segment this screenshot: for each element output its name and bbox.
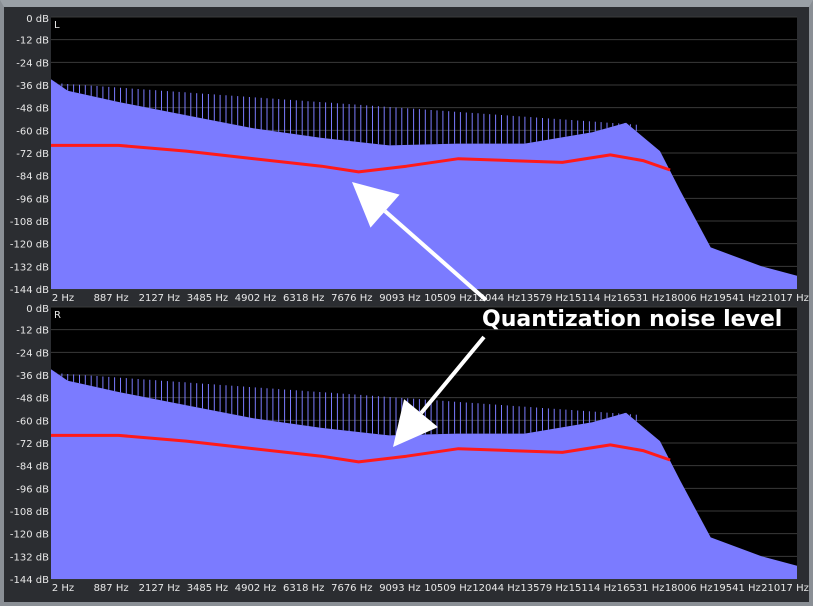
y-tick-label: 0 dB [26,14,49,25]
x-tick-label: 887 Hz [94,293,129,304]
right-channel-panel: 0 dB -12 dB -24 dB -36 dB -48 dB -60 dB -72 dB… [10,304,809,594]
x-tick-label: 18006 Hz [665,293,713,304]
x-tick-label: 6318 Hz [283,583,324,594]
x-tick-label: 16531 Hz [617,293,665,304]
x-tick-label: 13579 Hz [520,293,568,304]
x-tick-label: 10509 Hz [424,583,472,594]
y-tick-label: -120 dB [10,530,49,541]
x-tick-label: 887 Hz [94,583,129,594]
x-tick-label: 3485 Hz [187,293,228,304]
x-tick-label: 21017 Hz [761,293,809,304]
y-tick-label: -96 dB [16,484,49,495]
x-tick-label: 12044 Hz [472,583,520,594]
x-tick-label: 4902 Hz [235,293,276,304]
y-tick-label: -132 dB [10,262,49,273]
x-tick-label: 2 Hz [52,293,74,304]
x-tick-label: 6318 Hz [283,293,324,304]
x-tick-label: 4902 Hz [235,583,276,594]
y-tick-label: -96 dB [16,194,49,205]
y-tick-label: -48 dB [16,394,49,405]
x-tick-label: 3485 Hz [187,583,228,594]
x-tick-label: 16531 Hz [617,583,665,594]
x-tick-label: 2 Hz [52,583,74,594]
x-tick-label: 2127 Hz [139,583,180,594]
y-tick-label: -12 dB [16,36,49,47]
y-tick-label: -72 dB [16,439,49,450]
left-channel-panel: 0 dB -12 dB -24 dB -36 dB -48 dB -60 dB -72 dB… [10,14,809,304]
x-tick-label: 19541 Hz [713,583,761,594]
y-tick-label: -72 dB [16,149,49,160]
channel-label: L [54,20,60,31]
x-tick-label: 9093 Hz [379,293,420,304]
y-tick-label: -12 dB [16,326,49,337]
y-tick-label: -60 dB [16,416,49,427]
y-tick-label: -48 dB [16,104,49,115]
x-tick-label: 2127 Hz [139,293,180,304]
frequency-analysis-screen: 0 dB -12 dB -24 dB -36 dB -48 dB -60 dB -72 dB… [10,14,809,594]
y-tick-label: -24 dB [16,58,49,69]
x-tick-label: 15114 Hz [569,583,617,594]
y-tick-label: -120 dB [10,240,49,251]
channel-label: R [54,310,61,321]
y-tick-label: -84 dB [16,172,49,183]
x-tick-label: 9093 Hz [379,583,420,594]
x-tick-label: 18006 Hz [665,583,713,594]
annotation-label: Quantization noise level [482,307,782,332]
x-tick-label: 15114 Hz [569,293,617,304]
y-tick-label: -144 dB [10,575,49,586]
y-tick-label: -84 dB [16,462,49,473]
y-tick-label: -36 dB [16,371,49,382]
y-tick-label: 0 dB [26,304,49,315]
x-tick-label: 21017 Hz [761,583,809,594]
y-tick-label: -36 dB [16,81,49,92]
x-tick-label: 13579 Hz [520,583,568,594]
y-tick-label: -24 dB [16,348,49,359]
y-tick-label: -144 dB [10,285,49,296]
x-tick-label: 10509 Hz [424,293,472,304]
y-tick-label: -108 dB [10,217,49,228]
x-tick-label: 7676 Hz [331,583,372,594]
y-tick-label: -60 dB [16,126,49,137]
y-tick-label: -132 dB [10,552,49,563]
x-tick-label: 7676 Hz [331,293,372,304]
y-tick-label: -108 dB [10,507,49,518]
x-tick-label: 19541 Hz [713,293,761,304]
